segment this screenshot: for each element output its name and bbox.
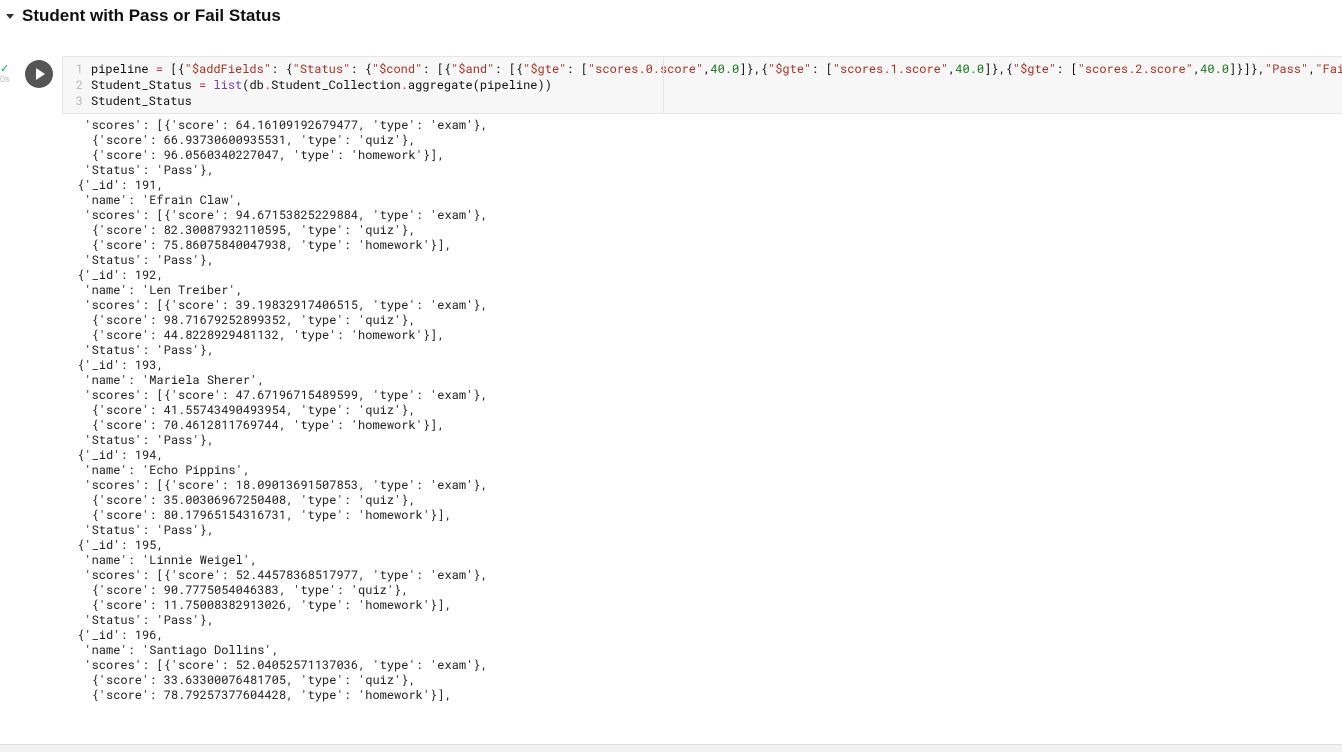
section-title: Student with Pass or Fail Status	[22, 6, 281, 26]
cell-output: 'scores': [{'score': 64.16109192679477, …	[62, 114, 1342, 713]
code-content[interactable]: Student_Status	[91, 93, 192, 109]
code-line[interactable]: 2Student_Status = list(db.Student_Collec…	[63, 77, 1342, 93]
collapse-arrow-icon[interactable]	[6, 14, 14, 19]
line-number: 3	[63, 93, 91, 109]
code-cell: ✓ 0s 1pipeline = [{"$addFields": {"Statu…	[0, 56, 1342, 114]
footer-bar	[0, 744, 1342, 752]
markdown-header-cell: Student with Pass or Fail Status	[0, 0, 1342, 32]
execution-status-gutter: ✓ 0s	[0, 56, 16, 84]
run-column	[16, 56, 62, 88]
play-icon	[36, 68, 45, 80]
code-line[interactable]: 1pipeline = [{"$addFields": {"Status": {…	[63, 61, 1342, 77]
exec-time-label: 0s	[0, 75, 10, 84]
code-content[interactable]: pipeline = [{"$addFields": {"Status": {"…	[91, 61, 1342, 77]
code-line[interactable]: 3Student_Status	[63, 93, 1342, 109]
code-content[interactable]: Student_Status = list(db.Student_Collect…	[91, 77, 552, 93]
run-cell-button[interactable]	[25, 60, 53, 88]
editor-center-divider	[663, 57, 664, 113]
line-number: 2	[63, 77, 91, 93]
line-number: 1	[63, 61, 91, 77]
code-editor[interactable]: 1pipeline = [{"$addFields": {"Status": {…	[62, 56, 1342, 114]
